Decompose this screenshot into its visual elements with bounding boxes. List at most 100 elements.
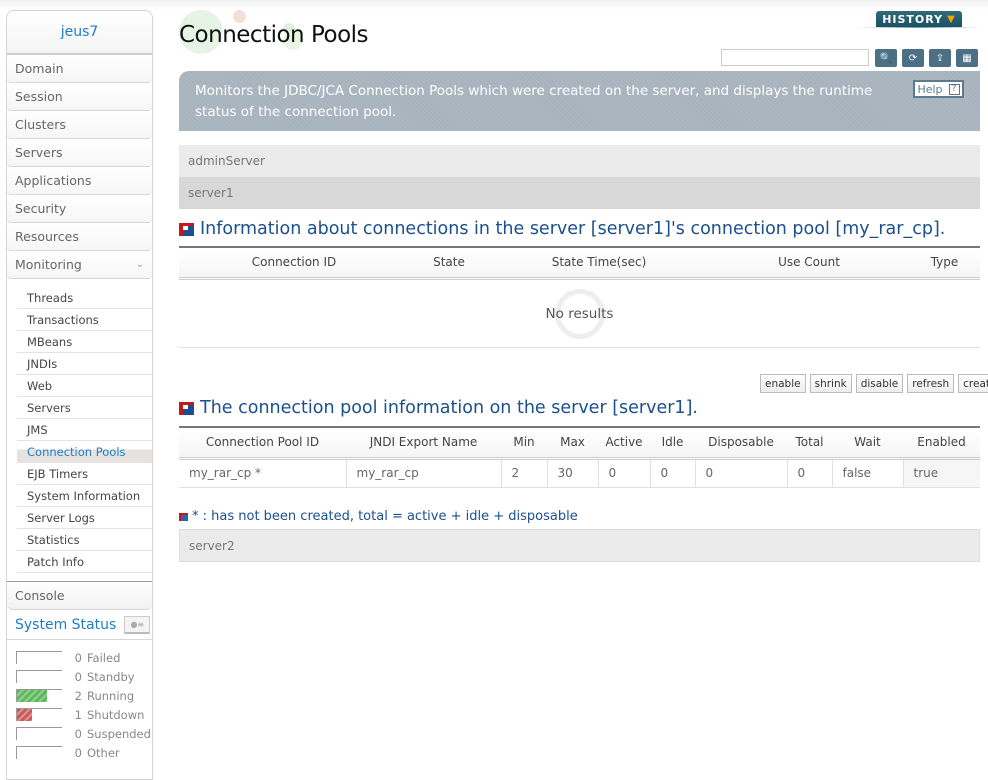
submenu-item-web[interactable]: Web bbox=[17, 375, 152, 397]
sidebar-item-servers[interactable]: Servers bbox=[7, 139, 152, 167]
help-button[interactable]: Help ? bbox=[913, 80, 964, 98]
sidebar-item-monitoring[interactable]: Monitoring ⌄ bbox=[7, 251, 152, 279]
refresh-icon[interactable]: ⟳ bbox=[902, 49, 924, 67]
server-row-adminserver[interactable]: adminServer bbox=[179, 145, 980, 177]
status-count: 1 bbox=[74, 707, 82, 722]
sidebar-item-domain[interactable]: Domain bbox=[7, 55, 152, 83]
section-title-text: The connection pool information on the s… bbox=[200, 398, 698, 418]
enable-button[interactable]: enable bbox=[760, 374, 806, 393]
submenu-item-servers[interactable]: Servers bbox=[17, 397, 152, 419]
column-header[interactable]: Connection Pool ID bbox=[179, 427, 346, 460]
status-bar bbox=[16, 708, 62, 721]
sidebar-item-label: Monitoring bbox=[15, 257, 82, 272]
server-row-server2[interactable]: server2 bbox=[179, 529, 980, 562]
search-icon[interactable]: 🔍 bbox=[875, 49, 897, 67]
column-header[interactable]: Total bbox=[787, 427, 832, 460]
column-header[interactable]: Max bbox=[547, 427, 598, 460]
status-row-standby: 0 Standby bbox=[16, 667, 152, 686]
status-count: 2 bbox=[74, 688, 82, 703]
cell-jndi-name: my_rar_cp bbox=[346, 458, 502, 488]
note-icon bbox=[179, 512, 188, 521]
monitor-icon[interactable]: ●≡ bbox=[124, 615, 151, 634]
sidebar-item-security[interactable]: Security bbox=[7, 195, 152, 223]
cell-enabled: true bbox=[903, 458, 980, 488]
column-header[interactable]: Wait bbox=[832, 427, 903, 460]
cell-pool-id[interactable]: my_rar_cp * bbox=[179, 458, 347, 488]
submenu-item-threads[interactable]: Threads bbox=[17, 287, 152, 309]
shrink-button[interactable]: shrink bbox=[809, 374, 852, 393]
sidebar-item-session[interactable]: Session bbox=[7, 83, 152, 111]
chevron-down-icon: ▼ bbox=[947, 14, 956, 25]
submenu-item-ejb-timers[interactable]: EJB Timers bbox=[17, 463, 152, 485]
connections-table: Connection ID State State Time(sec) Use … bbox=[179, 246, 980, 280]
help-icon: ? bbox=[948, 83, 960, 95]
status-bar-fill bbox=[17, 690, 48, 702]
sidebar-item-resources[interactable]: Resources bbox=[7, 223, 152, 251]
column-header[interactable]: Connection ID bbox=[179, 247, 409, 280]
history-label: HISTORY bbox=[882, 13, 944, 26]
refresh-button[interactable]: refresh bbox=[907, 374, 955, 393]
submenu-item-server-logs[interactable]: Server Logs bbox=[17, 507, 152, 529]
cell-total: 0 bbox=[787, 458, 833, 488]
status-row-failed: 0 Failed bbox=[16, 648, 152, 667]
column-header[interactable]: Active bbox=[598, 427, 650, 460]
sidebar: jeus7 Domain Session Clusters Servers Ap… bbox=[6, 10, 153, 780]
column-header[interactable]: Enabled bbox=[903, 427, 980, 460]
status-count: 0 bbox=[74, 745, 82, 760]
cell-wait: false bbox=[832, 458, 904, 488]
pool-table: Connection Pool ID JNDI Export Name Min … bbox=[179, 426, 980, 488]
column-header[interactable]: Type bbox=[909, 247, 980, 280]
status-count: 0 bbox=[74, 650, 82, 665]
page-title: Connection Pools bbox=[179, 22, 369, 48]
sidebar-item-clusters[interactable]: Clusters bbox=[7, 111, 152, 139]
submenu-item-statistics[interactable]: Statistics bbox=[17, 529, 152, 551]
monitoring-submenu: Threads Transactions MBeans JNDIs Web Se… bbox=[7, 279, 152, 582]
report-icon[interactable]: ▦ bbox=[956, 49, 978, 67]
cell-active: 0 bbox=[598, 458, 651, 488]
status-row-shutdown: 1 Shutdown bbox=[16, 705, 152, 724]
submenu-item-jms[interactable]: JMS bbox=[17, 419, 152, 441]
column-header[interactable]: JNDI Export Name bbox=[346, 427, 501, 460]
empty-state: No results bbox=[179, 281, 980, 348]
section-title-text: Information about connections in the ser… bbox=[200, 219, 946, 239]
column-header[interactable]: Use Count bbox=[709, 247, 909, 280]
table-row[interactable]: my_rar_cp * my_rar_cp 2 30 0 0 0 0 false… bbox=[179, 458, 980, 488]
chevron-down-icon: ⌄ bbox=[135, 259, 144, 270]
system-status-list: 0 Failed 0 Standby 2 Running 1 Shutdown … bbox=[7, 640, 152, 762]
submenu-item-transactions[interactable]: Transactions bbox=[17, 309, 152, 331]
submenu-item-system-information[interactable]: System Information bbox=[17, 485, 152, 507]
create-button[interactable]: create bbox=[958, 374, 988, 393]
server-row-server1[interactable]: server1 bbox=[179, 177, 980, 209]
status-label: Running bbox=[87, 688, 135, 703]
column-header[interactable]: State bbox=[409, 247, 489, 280]
column-header[interactable]: Disposable bbox=[695, 427, 787, 460]
empty-state-text: No results bbox=[545, 306, 614, 322]
sidebar-item-applications[interactable]: Applications bbox=[7, 167, 152, 195]
status-row-running: 2 Running bbox=[16, 686, 152, 705]
submenu-item-jndis[interactable]: JNDIs bbox=[17, 353, 152, 375]
submenu-item-mbeans[interactable]: MBeans bbox=[17, 331, 152, 353]
status-bar bbox=[16, 651, 62, 664]
column-header[interactable]: Min bbox=[501, 427, 547, 460]
status-row-other: 0 Other bbox=[16, 743, 152, 762]
footnote-text: * : has not been created, total = active… bbox=[192, 509, 578, 524]
system-status-header: System Status ●≡ bbox=[7, 610, 152, 640]
column-header[interactable]: Idle bbox=[650, 427, 695, 460]
xml-export-icon[interactable]: ⇪ bbox=[929, 49, 951, 67]
domain-name[interactable]: jeus7 bbox=[7, 11, 152, 55]
status-label: Standby bbox=[87, 669, 135, 684]
connections-section-title: Information about connections in the ser… bbox=[179, 219, 945, 239]
description-text: Monitors the JDBC/JCA Connection Pools w… bbox=[195, 83, 873, 120]
cell-idle: 0 bbox=[650, 458, 696, 488]
sidebar-item-console[interactable]: Console bbox=[7, 582, 152, 610]
status-count: 0 bbox=[74, 726, 82, 741]
description-panel: Monitors the JDBC/JCA Connection Pools w… bbox=[179, 71, 980, 131]
disable-button[interactable]: disable bbox=[855, 374, 904, 393]
column-header[interactable]: State Time(sec) bbox=[489, 247, 709, 280]
search-input[interactable] bbox=[721, 49, 869, 66]
submenu-item-connection-pools[interactable]: Connection Pools bbox=[17, 441, 152, 463]
submenu-item-patch-info[interactable]: Patch Info bbox=[17, 551, 152, 573]
section-icon bbox=[179, 401, 194, 415]
history-button[interactable]: HISTORY ▼ bbox=[876, 11, 962, 28]
status-bar bbox=[16, 689, 62, 702]
